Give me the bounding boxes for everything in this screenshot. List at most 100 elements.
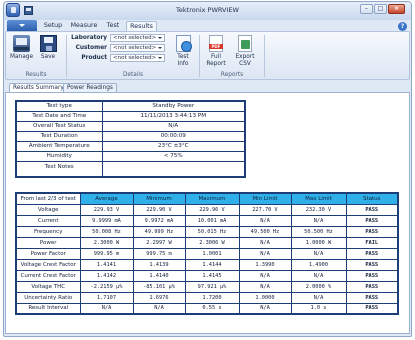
status-cell: FAIL xyxy=(345,236,399,249)
file-menu-button[interactable] xyxy=(7,20,37,31)
table-row: Voltage THC -2.2159 µ% -85.101 µ% 97.921 µ%… xyxy=(15,280,399,293)
document-area: Results Summary Power Readings Test type… xyxy=(5,82,410,336)
column-header: Maximum xyxy=(184,192,240,205)
value-cell: N/A xyxy=(79,302,134,315)
save-button[interactable]: Save xyxy=(36,35,60,61)
value-cell: N/A xyxy=(238,214,292,227)
customer-select[interactable]: <not selected> xyxy=(110,44,165,52)
save-icon xyxy=(39,35,57,52)
status-cell: PASS xyxy=(345,247,399,260)
value-cell: N/A xyxy=(238,236,292,249)
value-cell: 50.500 Hz xyxy=(290,225,347,238)
manage-button[interactable]: Manage xyxy=(9,35,34,61)
summary-value: 00:00:09 xyxy=(101,130,246,142)
maximize-button[interactable]: □ xyxy=(374,4,387,14)
column-header: Minimum xyxy=(132,192,186,205)
results-summary-page: Test type Standby Power Test Date and Ti… xyxy=(5,92,410,334)
group-label-details: Details xyxy=(122,72,144,78)
value-cell: 9.9999 mA xyxy=(79,214,134,227)
test-info-icon xyxy=(175,35,192,52)
value-cell: 49.500 Hz xyxy=(238,225,292,238)
tab-measure[interactable]: Measure xyxy=(69,21,99,31)
row-label: Power xyxy=(15,236,81,249)
help-icon[interactable]: ? xyxy=(398,22,407,31)
value-cell: N/A xyxy=(238,269,292,282)
tab-results[interactable]: Results xyxy=(126,21,157,31)
value-cell: N/A xyxy=(238,280,292,293)
value-cell: 229.90 V xyxy=(132,203,186,216)
product-row: Product <not selected> xyxy=(70,54,170,63)
value-cell: 9.9972 mA xyxy=(132,214,186,227)
summary-label: Humidity xyxy=(15,150,103,162)
value-cell: N/A xyxy=(290,214,347,227)
group-separator xyxy=(264,35,265,77)
status-cell: PASS xyxy=(345,280,399,293)
value-cell: N/A xyxy=(238,302,292,315)
pdf-report-icon xyxy=(209,35,223,52)
product-label: Product xyxy=(81,55,107,61)
value-cell: 1.3990 xyxy=(238,258,292,271)
value-cell: 229.93 V xyxy=(79,203,134,216)
summary-row: Test Duration 00:00:09 xyxy=(15,130,246,142)
value-cell: 232.30 V xyxy=(290,203,347,216)
value-cell: 1.4141 xyxy=(79,258,134,271)
value-cell: 2.2997 W xyxy=(132,236,186,249)
row-label: Current xyxy=(15,214,81,227)
value-cell: 1.4142 xyxy=(79,269,134,282)
export-csv-button[interactable]: Export CSV xyxy=(232,35,258,68)
row-label: Power Factor xyxy=(15,247,81,260)
summary-row: Test Date and Time 11/11/2013 3:44:13 PM xyxy=(15,110,246,122)
summary-value: N/A xyxy=(101,120,246,132)
value-cell: 1.4144 xyxy=(184,258,240,271)
value-cell: 2.0000 % xyxy=(290,280,347,293)
manage-label: Manage xyxy=(9,54,34,60)
tab-test[interactable]: Test xyxy=(104,21,122,31)
summary-row: Humidity < 75% xyxy=(15,150,246,162)
ribbon-tab-bar: Setup Measure Test Results xyxy=(4,20,411,31)
test-info-button[interactable]: Test Info xyxy=(172,35,194,68)
value-cell: 999.75 m xyxy=(132,247,186,260)
laboratory-select[interactable]: <not selected> xyxy=(110,34,165,42)
title-bar: Tektronix PWRVIEW – □ × xyxy=(4,2,411,20)
column-header: Average xyxy=(79,192,134,205)
value-cell: 0.55 s xyxy=(184,302,240,315)
summary-label: Test Duration xyxy=(15,130,103,142)
close-button[interactable]: × xyxy=(388,4,405,14)
minimize-button[interactable]: – xyxy=(360,4,373,14)
full-report-button[interactable]: Full Report xyxy=(204,35,228,68)
row-label: Voltage THC xyxy=(15,280,81,293)
value-cell: 1.0 s xyxy=(290,302,347,315)
tab-setup[interactable]: Setup xyxy=(41,21,65,31)
measurements-table: From last 2/3 of test Average Minimum Ma… xyxy=(15,192,399,315)
window-title: Tektronix PWRVIEW xyxy=(176,6,239,14)
value-cell: 50.008 Hz xyxy=(79,225,134,238)
value-cell: 1.6976 xyxy=(132,291,186,304)
summary-label: Test type xyxy=(15,100,103,112)
value-cell: 1.0001 xyxy=(184,247,240,260)
test-summary-table: Test type Standby Power Test Date and Ti… xyxy=(15,100,246,178)
column-header: Max Limit xyxy=(290,192,347,205)
table-row: Current 9.9999 mA 9.9972 mA 10.001 mA N/A N/A… xyxy=(15,214,399,227)
tab-power-readings[interactable]: Power Readings xyxy=(63,83,117,92)
summary-row: Test type Standby Power xyxy=(15,100,246,112)
app-window: Tektronix PWRVIEW – □ × Setup Measure Te… xyxy=(3,1,412,337)
value-cell: 49.999 Hz xyxy=(132,225,186,238)
row-label: Voltage Crest Factor xyxy=(15,258,81,271)
laboratory-label: Laboratory xyxy=(71,35,107,41)
value-cell: 1.0000 xyxy=(238,291,292,304)
value-cell: 1.7107 xyxy=(79,291,134,304)
summary-row: Ambient Temperature 23°C ±3°C xyxy=(15,140,246,152)
status-cell: PASS xyxy=(345,203,399,216)
status-cell: PASS xyxy=(345,291,399,304)
summary-value: < 75% xyxy=(101,150,246,162)
summary-value: 11/11/2013 3:44:13 PM xyxy=(101,110,246,122)
table-row: Current Crest Factor 1.4142 1.4140 1.4145 N/… xyxy=(15,269,399,282)
value-cell: 1.4145 xyxy=(184,269,240,282)
table-row: Result Interval N/A N/A 0.55 s N/A 1.0 s PASS xyxy=(15,302,399,315)
value-cell: 1.7200 xyxy=(184,291,240,304)
laboratory-row: Laboratory <not selected> xyxy=(70,34,170,43)
group-label-reports: Reports xyxy=(220,72,244,78)
table-row: Frequency 50.008 Hz 49.999 Hz 50.015 Hz 49.5… xyxy=(15,225,399,238)
customer-label: Customer xyxy=(75,45,107,51)
product-select[interactable]: <not selected> xyxy=(110,54,165,62)
